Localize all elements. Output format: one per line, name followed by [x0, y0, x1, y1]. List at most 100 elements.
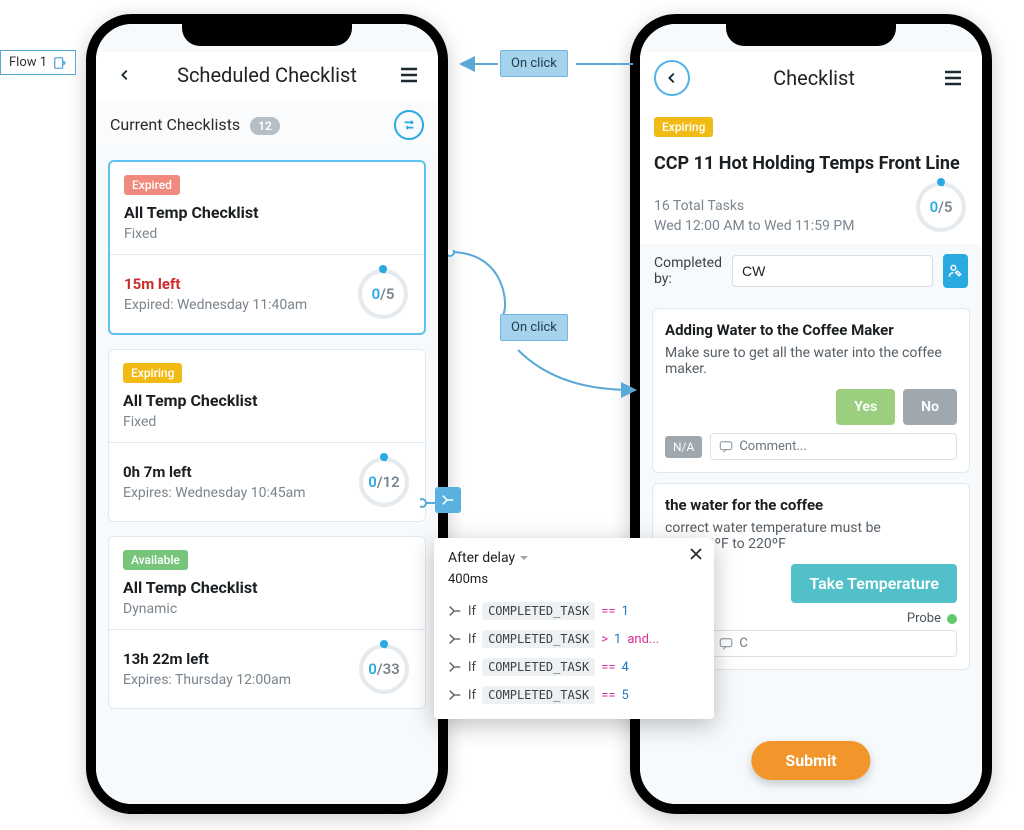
branch-icon — [448, 632, 462, 646]
topbar: Checklist — [640, 52, 982, 106]
condition-variable: COMPLETED_TASK — [482, 686, 595, 704]
condition-variable: COMPLETED_TASK — [482, 630, 595, 648]
condition-value: 1 — [614, 632, 621, 647]
chevron-left-icon — [665, 71, 679, 85]
condition-row[interactable]: If COMPLETED_TASK > 1 and... — [448, 625, 700, 653]
phone-notch — [726, 22, 896, 46]
condition-variable: COMPLETED_TASK — [482, 658, 595, 676]
time-left: 15m left — [124, 275, 307, 293]
user-edit-icon — [947, 263, 963, 279]
annotation-on-click-top: On click — [500, 50, 568, 77]
branch-icon — [441, 493, 455, 507]
time-window: Wed 12:00 AM to Wed 11:59 PM — [654, 218, 854, 234]
condition-and: and... — [627, 632, 659, 647]
task-description: Make sure to get all the water into the … — [665, 345, 957, 377]
time-left: 13h 22m left — [123, 650, 291, 668]
popover-delay-value: 400ms — [448, 572, 700, 587]
card-title: All Temp Checklist — [123, 578, 411, 597]
completed-by-input[interactable] — [732, 255, 933, 287]
checklist-title: CCP 11 Hot Holding Temps Front Line — [654, 153, 968, 174]
card-title: All Temp Checklist — [123, 391, 411, 410]
task-count: 16 Total Tasks — [654, 198, 854, 214]
status-badge: Expiring — [123, 363, 182, 383]
status-badge: Expiring — [654, 117, 713, 137]
page-title: Scheduled Checklist — [177, 63, 357, 87]
page-title: Checklist — [773, 66, 855, 90]
hamburger-icon — [943, 70, 963, 86]
condition-value: 5 — [622, 688, 629, 703]
condition-operator: > — [601, 632, 608, 647]
section-label: Current Checklists — [110, 115, 240, 134]
comment-icon — [719, 637, 733, 651]
na-button[interactable]: N/A — [665, 436, 702, 458]
sliders-icon — [402, 118, 416, 132]
task-card: Adding Water to the Coffee Maker Make su… — [652, 308, 970, 473]
popover-title: After delay — [448, 550, 515, 566]
topbar: Scheduled Checklist — [96, 52, 438, 100]
chevron-left-icon — [118, 68, 132, 82]
comment-input[interactable]: C — [710, 630, 957, 657]
expires-text: Expires: Thursday 12:00am — [123, 672, 291, 688]
condition-operator: == — [601, 688, 615, 703]
no-button[interactable]: No — [903, 389, 957, 425]
back-button[interactable] — [110, 60, 140, 90]
flow-exit-icon — [53, 56, 67, 70]
task-title: the water for the coffee — [665, 496, 957, 514]
task-title: Adding Water to the Coffee Maker — [665, 321, 957, 339]
condition-value: 4 — [622, 660, 629, 675]
card-title: All Temp Checklist — [124, 203, 410, 222]
status-badge: Expired — [124, 175, 180, 195]
condition-operator: == — [601, 604, 615, 619]
annotation-on-click-mid: On click — [500, 314, 568, 341]
card-subtitle: Dynamic — [123, 601, 411, 617]
expires-text: Expired: Wednesday 11:40am — [124, 297, 307, 313]
flow-label-text: Flow 1 — [9, 55, 47, 70]
condition-value: 1 — [622, 604, 629, 619]
task-description-l1: correct water temperature must be — [665, 520, 881, 536]
probe-label: Probe — [907, 611, 941, 626]
phone-notch — [182, 22, 352, 46]
branch-connector-badge[interactable] — [435, 487, 461, 513]
progress-ring: 0/5 — [914, 180, 968, 234]
hamburger-icon — [399, 67, 419, 83]
progress-ring: 0/12 — [357, 455, 411, 509]
close-button[interactable] — [686, 544, 706, 564]
completed-by-label: Completed by: — [654, 255, 722, 287]
probe-status-dot — [947, 614, 957, 624]
condition-row[interactable]: If COMPLETED_TASK == 5 — [448, 681, 700, 709]
progress-ring: 0/33 — [357, 642, 411, 696]
time-left: 0h 7m left — [123, 463, 305, 481]
expires-text: Expires: Wednesday 10:45am — [123, 485, 305, 501]
hamburger-menu-button[interactable] — [938, 63, 968, 93]
section-heading: Current Checklists 12 — [110, 115, 280, 135]
filter-button[interactable] — [394, 110, 424, 140]
checklist-card[interactable]: Expiring All Temp Checklist Fixed 0h 7m … — [108, 349, 426, 522]
checklist-card[interactable]: Available All Temp Checklist Dynamic 13h… — [108, 536, 426, 709]
condition-variable: COMPLETED_TASK — [482, 602, 595, 620]
branch-icon — [448, 604, 462, 618]
submit-button[interactable]: Submit — [751, 741, 870, 780]
condition-operator: == — [601, 660, 615, 675]
branch-icon — [448, 688, 462, 702]
count-badge: 12 — [250, 117, 280, 135]
condition-row[interactable]: If COMPLETED_TASK == 4 — [448, 653, 700, 681]
close-icon — [689, 547, 703, 561]
edit-user-button[interactable] — [943, 254, 968, 288]
progress-ring: 0/5 — [356, 267, 410, 321]
status-badge: Available — [123, 550, 188, 570]
hamburger-menu-button[interactable] — [394, 60, 424, 90]
card-subtitle: Fixed — [124, 226, 410, 242]
branch-icon — [448, 660, 462, 674]
chevron-down-icon — [519, 553, 529, 563]
phone-scheduled-checklist: Scheduled Checklist Current Checklists 1… — [86, 14, 448, 814]
checklist-card[interactable]: Expired All Temp Checklist Fixed 15m lef… — [108, 160, 426, 335]
flow-label[interactable]: Flow 1 — [0, 50, 76, 75]
condition-row[interactable]: If COMPLETED_TASK == 1 — [448, 597, 700, 625]
delay-popover: After delay 400ms If COMPLETED_TASK == 1… — [434, 538, 714, 719]
comment-input[interactable]: Comment... — [710, 433, 957, 460]
comment-icon — [719, 440, 733, 454]
take-temperature-button[interactable]: Take Temperature — [791, 564, 957, 603]
yes-button[interactable]: Yes — [836, 389, 895, 425]
card-subtitle: Fixed — [123, 414, 411, 430]
back-button[interactable] — [654, 60, 690, 96]
